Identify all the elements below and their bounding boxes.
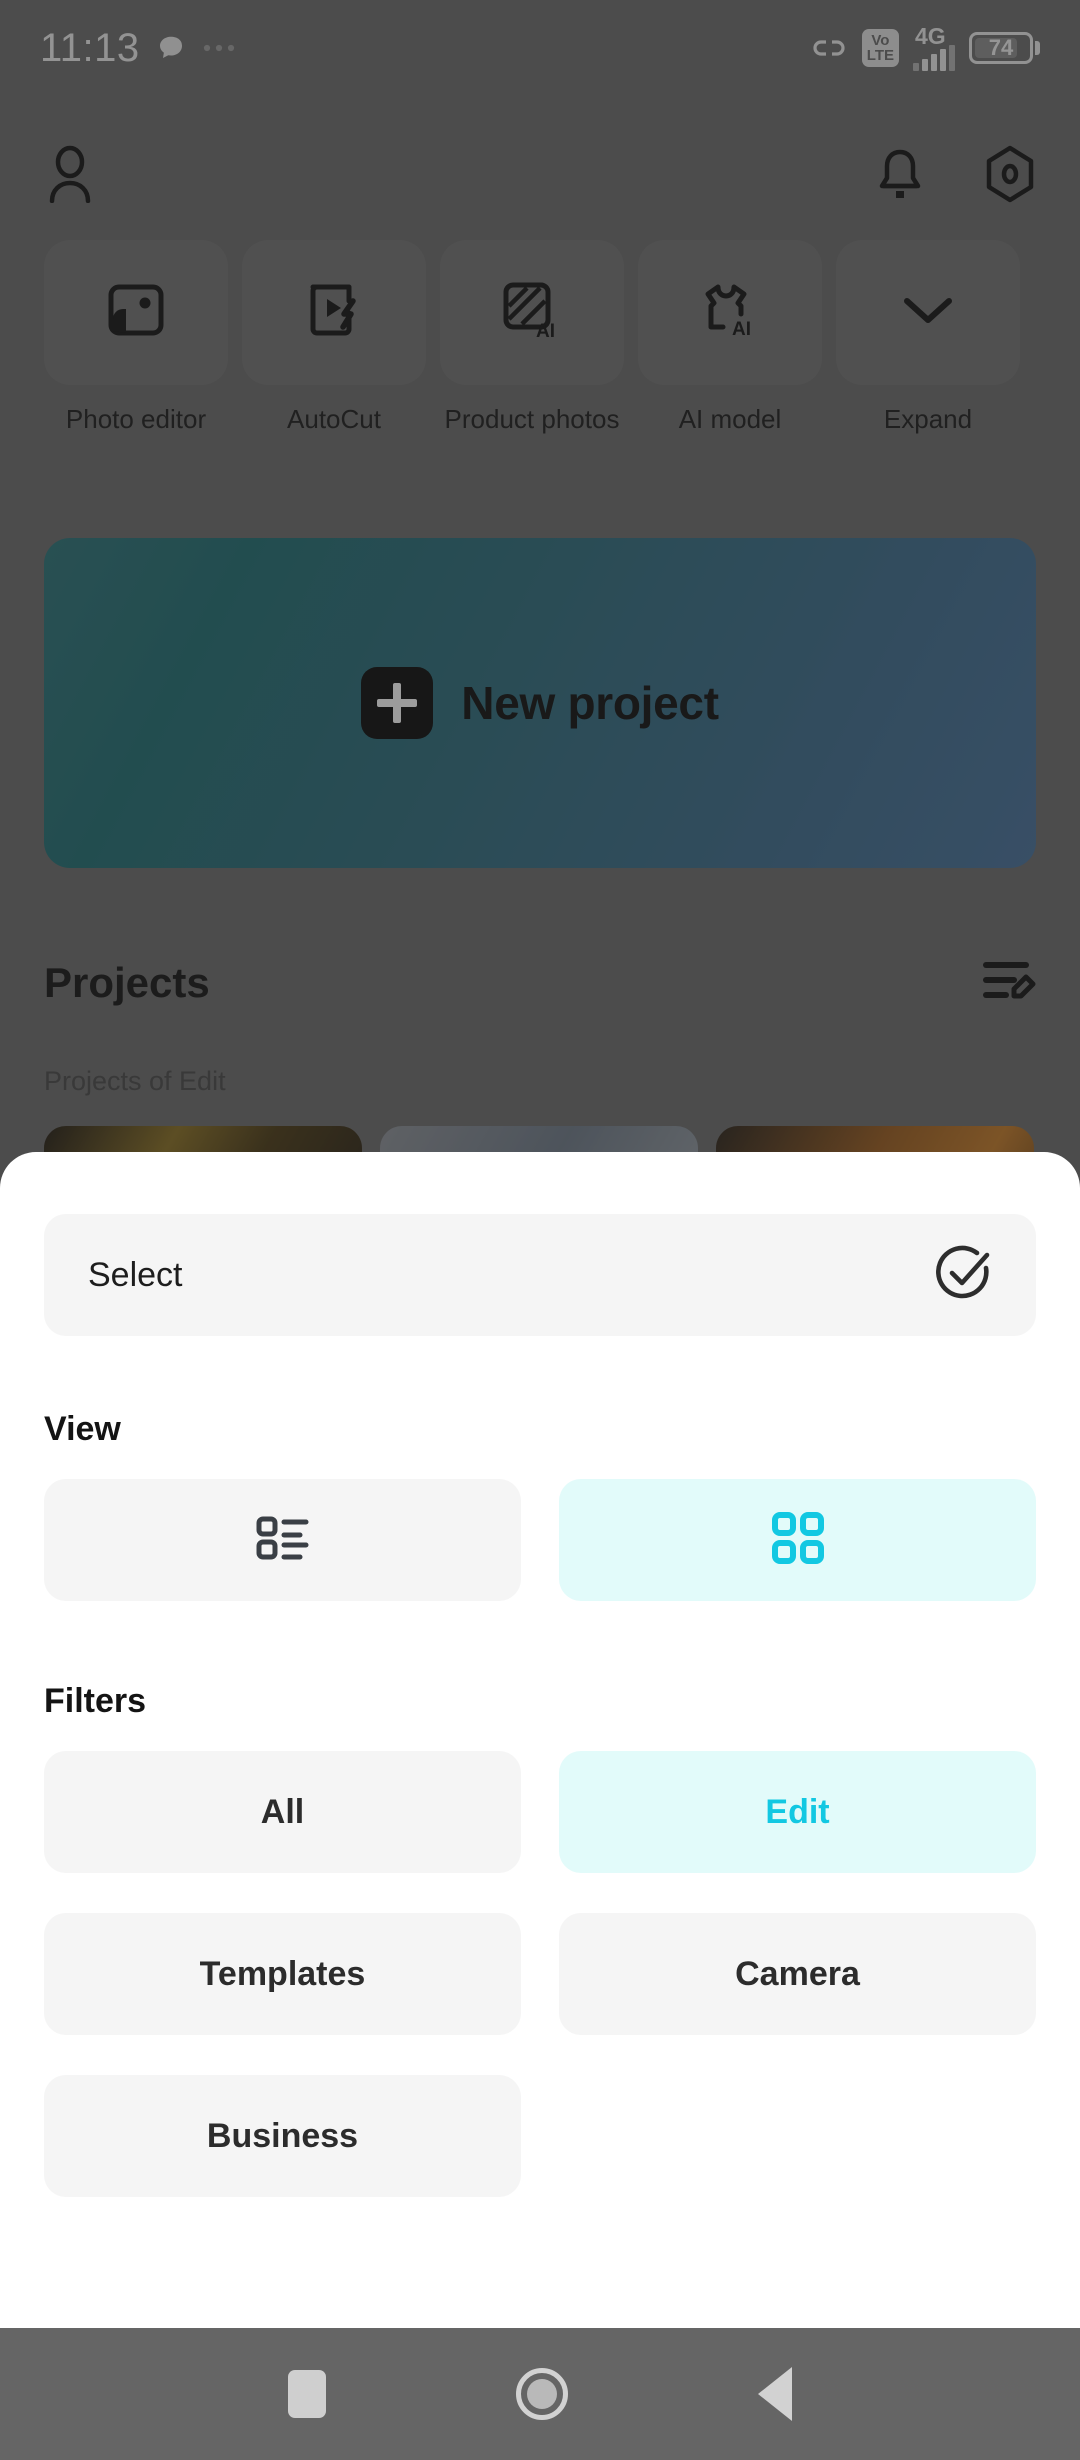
triangle-back-icon[interactable]	[758, 2367, 792, 2421]
filter-camera[interactable]: Camera	[559, 1913, 1036, 2035]
view-option-grid[interactable]	[559, 1479, 1036, 1601]
list-view-icon	[255, 1513, 311, 1568]
filter-label: Camera	[735, 1954, 860, 1993]
filter-all[interactable]: All	[44, 1751, 521, 1873]
circle-home-icon[interactable]	[516, 2368, 568, 2420]
filter-label: Business	[206, 2116, 359, 2155]
grid-view-icon	[771, 1511, 825, 1570]
phone-screen: 11:13 Vo LTE 4G 74 Photo editor AutoCut …	[0, 0, 1080, 2460]
select-label: Select	[88, 1255, 183, 1294]
view-option-list[interactable]	[44, 1479, 521, 1601]
select-row[interactable]: Select	[44, 1214, 1036, 1336]
circle-check-icon	[934, 1244, 992, 1307]
filters-section-title: Filters	[44, 1682, 147, 1720]
filter-business[interactable]: Business	[44, 2075, 521, 2197]
view-section-title: View	[44, 1410, 121, 1448]
system-navigation-bar	[0, 2328, 1080, 2460]
filter-label: Edit	[765, 1792, 830, 1831]
filter-templates[interactable]: Templates	[44, 1913, 521, 2035]
filter-label: Templates	[199, 1954, 366, 1993]
square-recents-icon[interactable]	[288, 2370, 326, 2418]
filter-options: All Edit Templates Camera Business	[44, 1751, 1036, 2197]
filter-label: All	[260, 1792, 305, 1831]
view-options	[44, 1479, 1036, 1601]
filter-edit[interactable]: Edit	[559, 1751, 1036, 1873]
